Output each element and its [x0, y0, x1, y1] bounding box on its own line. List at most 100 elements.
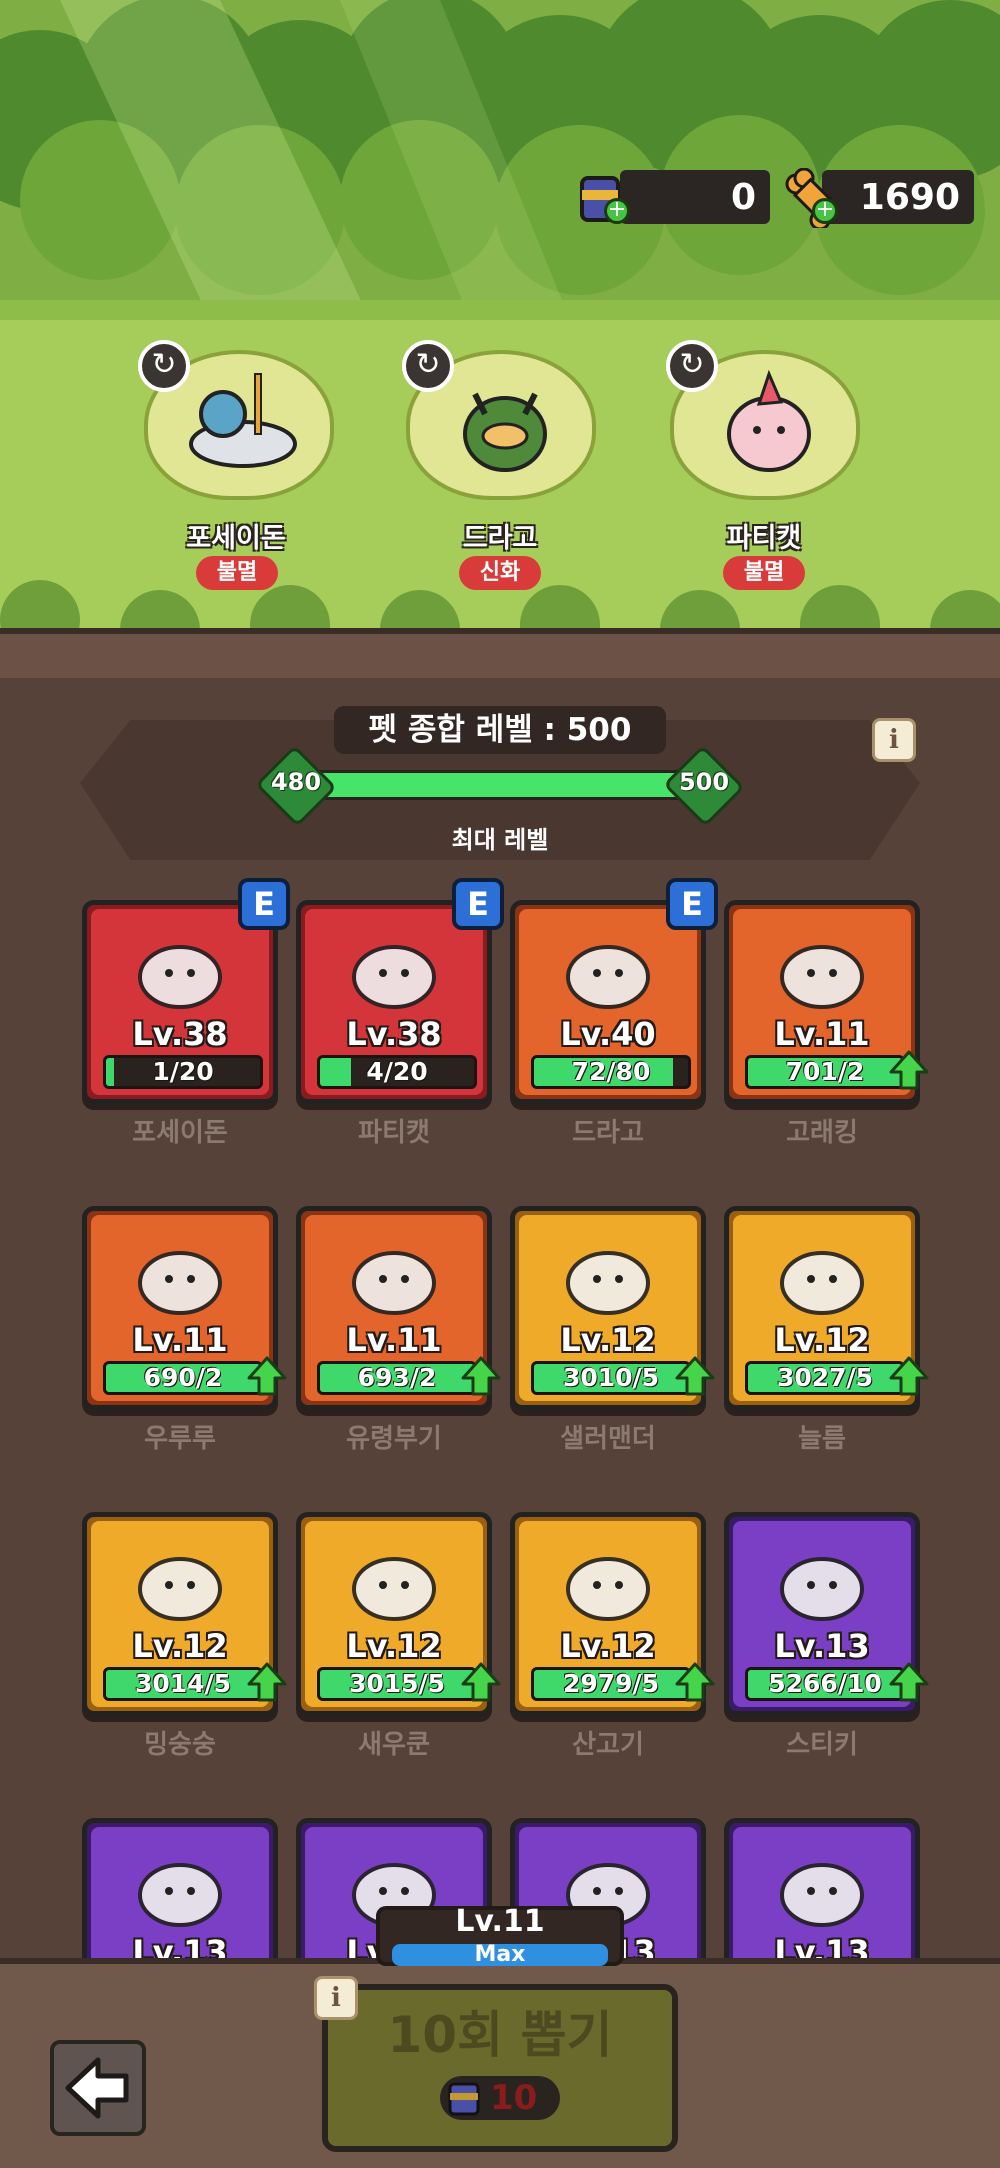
loot-box-icon[interactable]: + — [574, 168, 634, 228]
draw-cost-value: 10 — [490, 2078, 538, 2118]
refresh-slot-3-icon[interactable]: ↻ — [666, 340, 718, 392]
max-level-label: 500 — [678, 768, 730, 796]
gold-counter: 1690 — [822, 170, 974, 224]
shard-progress-text: 4/20 — [366, 1057, 428, 1086]
upgrade-arrow-icon — [461, 1356, 501, 1396]
pet-icon — [780, 1863, 864, 1927]
bone-icon[interactable]: + — [782, 167, 842, 231]
pet-card[interactable]: Lv.11 701/2 — [724, 900, 929, 1104]
pet-icon — [566, 945, 650, 1009]
slot-name: 파티캣 — [726, 523, 802, 554]
pet-icon — [352, 945, 436, 1009]
slot-name: 포세이돈 — [186, 523, 286, 554]
pet-card[interactable]: Lv.12 3027/5 — [724, 1206, 929, 1410]
pet-name: 스티키 — [786, 1730, 858, 1760]
pet-name: 고래킹 — [786, 1118, 858, 1148]
pet-card[interactable]: Lv.13 5266/10 — [724, 1512, 929, 1716]
upgrade-arrow-icon — [889, 1662, 929, 1702]
shard-progress-text: 5266/10 — [768, 1669, 882, 1698]
pet-card[interactable]: Lv.11 690/2 — [82, 1206, 287, 1410]
pet-level: Lv.40 — [560, 1015, 656, 1053]
pet-card[interactable]: Lv.40 72/80 — [510, 900, 706, 1104]
add-box-icon[interactable]: + — [604, 198, 630, 224]
shard-progress-bar: 3010/5 — [531, 1361, 691, 1395]
shard-progress-text: 701/2 — [785, 1057, 865, 1086]
shard-progress-bar: 3015/5 — [317, 1667, 477, 1701]
pet-card[interactable]: Lv.38 1/20 — [82, 900, 278, 1104]
shard-progress-text: 690/2 — [143, 1363, 223, 1392]
pet-level: Lv.38 — [132, 1015, 228, 1053]
drago-pet-icon — [463, 392, 547, 472]
pet-icon — [352, 1557, 436, 1621]
divider — [0, 628, 1000, 678]
upgrade-arrow-icon — [247, 1356, 287, 1396]
pet-card[interactable]: Lv.12 3015/5 — [296, 1512, 501, 1716]
gold-count: 1690 — [859, 176, 960, 218]
equipped-badge: E — [238, 878, 290, 930]
refresh-slot-2-icon[interactable]: ↻ — [402, 340, 454, 392]
shard-progress-bar: 5266/10 — [745, 1667, 905, 1701]
draw-10-label: 10회 뽑기 — [387, 2006, 613, 2064]
upgrade-arrow-icon — [675, 1662, 715, 1702]
pet-screen: 0 + 1690 + ↻ 포세이돈 불멸 ↻ 드라고 신화 ↻ 파티캣 불멸 펫… — [0, 0, 1000, 2168]
pet-name: 새우쿤 — [358, 1730, 430, 1760]
pet-level: Lv.38 — [346, 1015, 442, 1053]
back-button[interactable] — [50, 2040, 146, 2136]
shard-progress-bar: 693/2 — [317, 1361, 477, 1395]
rarity-badge: 불멸 — [723, 556, 805, 590]
pet-card[interactable]: Lv.11 693/2 — [296, 1206, 501, 1410]
pet-icon — [780, 945, 864, 1009]
max-level-status: 최대 레벨 — [451, 826, 549, 854]
pet-card[interactable]: Lv.12 3010/5 — [510, 1206, 715, 1410]
shard-progress-bar: 701/2 — [745, 1055, 905, 1089]
shard-progress-text: 3010/5 — [562, 1363, 660, 1392]
add-gold-icon[interactable]: + — [812, 198, 838, 224]
pet-card[interactable]: Lv.12 2979/5 — [510, 1512, 715, 1716]
shard-progress-text: 2979/5 — [562, 1669, 660, 1698]
pet-icon — [566, 1251, 650, 1315]
pet-total-level-title: 펫 종합 레벨 : 500 — [334, 706, 666, 754]
shard-progress-text: 693/2 — [357, 1363, 437, 1392]
upgrade-arrow-icon — [461, 1662, 501, 1702]
pet-icon — [780, 1251, 864, 1315]
pet-level-progress-fill — [293, 773, 707, 797]
refresh-slot-1-icon[interactable]: ↻ — [138, 340, 190, 392]
info-icon[interactable]: i — [872, 718, 916, 762]
shard-progress-bar: 690/2 — [103, 1361, 263, 1395]
box-count: 0 — [730, 176, 756, 218]
shard-progress-text: 3014/5 — [134, 1669, 232, 1698]
pet-card[interactable]: Lv.38 4/20 — [296, 900, 492, 1104]
shard-progress-bar: 72/80 — [531, 1055, 691, 1089]
shard-progress-bar: 1/20 — [103, 1055, 263, 1089]
pet-name: 드라고 — [572, 1118, 644, 1148]
min-level-label: 480 — [270, 768, 322, 796]
pet-name: 산고기 — [572, 1730, 644, 1760]
pet-icon — [138, 1863, 222, 1927]
back-arrow-icon — [65, 2057, 129, 2119]
pet-name: 파티캣 — [358, 1118, 430, 1148]
pet-name: 늘름 — [798, 1424, 846, 1454]
player-level-status: Max — [474, 1942, 526, 1967]
box-counter: 0 — [620, 170, 770, 224]
pet-icon — [566, 1557, 650, 1621]
slot-name: 드라고 — [462, 523, 538, 554]
pet-name: 밍숭숭 — [144, 1730, 216, 1760]
pet-icon — [138, 945, 222, 1009]
draw-info-icon[interactable]: i — [314, 1976, 358, 2020]
player-level: Lv.11 — [455, 1904, 545, 1939]
upgrade-arrow-icon — [247, 1662, 287, 1702]
pet-level-progress-bar — [290, 770, 710, 800]
shard-progress-text: 1/20 — [152, 1057, 214, 1086]
upgrade-arrow-icon — [675, 1356, 715, 1396]
loot-box-icon — [448, 2082, 480, 2116]
rarity-badge: 신화 — [459, 556, 541, 590]
pet-card[interactable]: Lv.12 3014/5 — [82, 1512, 287, 1716]
pet-name: 샐러맨더 — [560, 1424, 656, 1454]
pet-icon — [138, 1251, 222, 1315]
pet-name: 우루루 — [144, 1424, 216, 1454]
equipped-badge: E — [452, 878, 504, 930]
pet-icon — [352, 1251, 436, 1315]
partycat-pet-icon — [727, 369, 811, 472]
rarity-badge: 불멸 — [196, 556, 278, 590]
shard-progress-bar: 3014/5 — [103, 1667, 263, 1701]
